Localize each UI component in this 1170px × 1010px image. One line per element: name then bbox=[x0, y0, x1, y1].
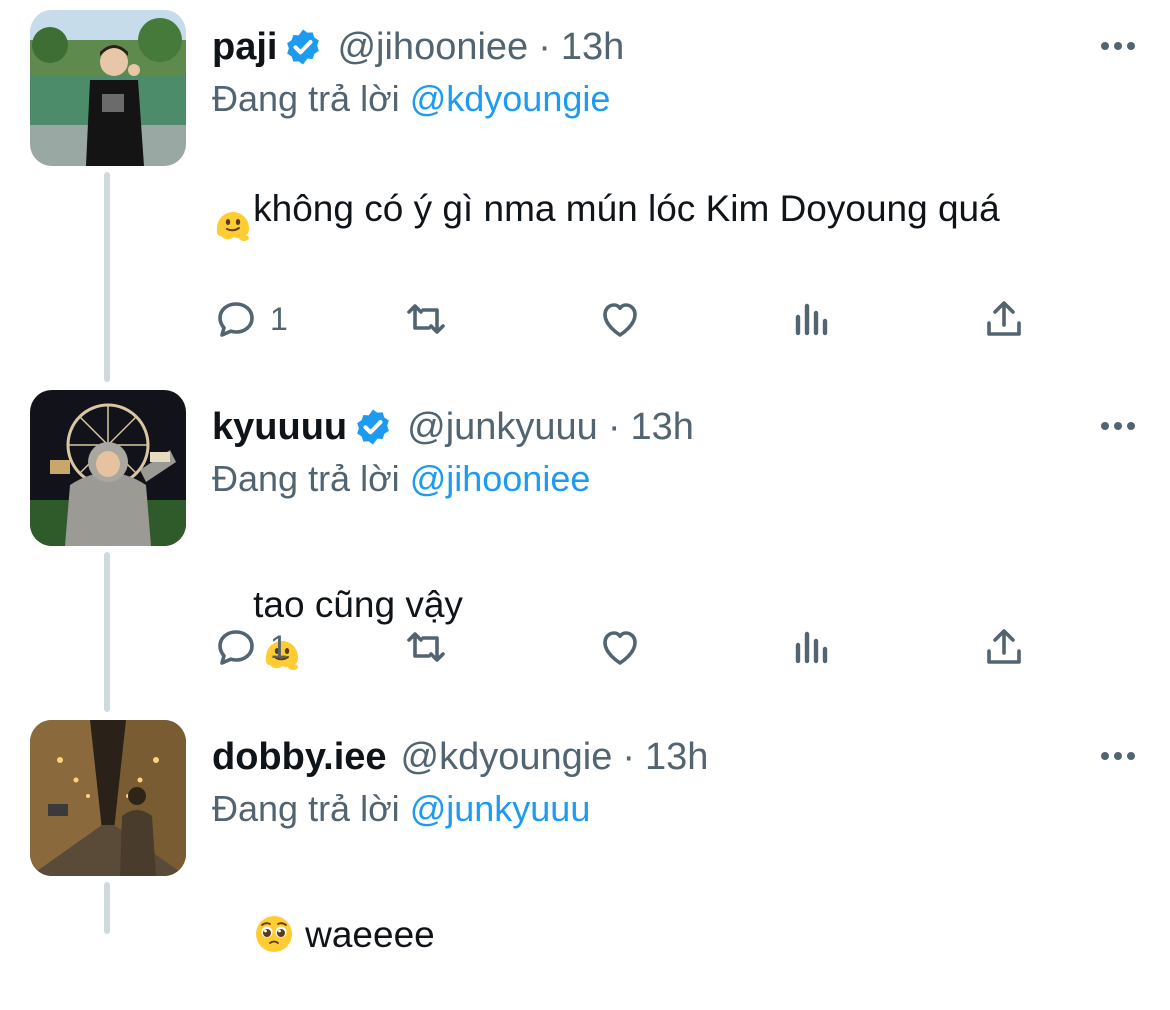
display-name[interactable]: dobby.iee bbox=[212, 734, 387, 780]
avatar[interactable] bbox=[30, 10, 186, 166]
tweet-header: paji @jihooniee · 13h bbox=[212, 24, 624, 70]
retweet-button[interactable] bbox=[402, 622, 450, 672]
retweet-icon bbox=[407, 304, 445, 334]
reply-icon bbox=[218, 302, 254, 337]
pleading-face-emoji-icon bbox=[256, 916, 293, 952]
display-name[interactable]: kyuuuu bbox=[212, 404, 347, 450]
replying-to-mention[interactable]: @junkyuuu bbox=[410, 788, 591, 829]
like-button[interactable] bbox=[596, 294, 644, 344]
replying-to: Đang trả lời @kdyoungie bbox=[212, 76, 610, 122]
tweet-text: waeeee bbox=[212, 860, 1112, 1010]
replying-to-label: Đang trả lời bbox=[212, 78, 400, 119]
tweet-header: kyuuuu @junkyuuu · 13h bbox=[212, 404, 694, 450]
verified-badge-icon bbox=[287, 29, 320, 65]
replying-to-mention[interactable]: @kdyoungie bbox=[410, 78, 611, 119]
analytics-button[interactable] bbox=[788, 622, 836, 672]
reply-icon bbox=[218, 630, 254, 665]
reply-button[interactable]: 1 bbox=[212, 294, 288, 344]
more-options-icon[interactable] bbox=[1096, 408, 1140, 444]
user-handle[interactable]: @jihooniee bbox=[337, 24, 528, 70]
reply-button[interactable]: 1 bbox=[212, 622, 288, 672]
replying-to-label: Đang trả lời bbox=[212, 458, 400, 499]
heart-icon bbox=[603, 303, 637, 337]
share-icon bbox=[987, 301, 1021, 336]
tweet-actions: 1 bbox=[212, 622, 1052, 672]
more-options-icon[interactable] bbox=[1096, 28, 1140, 64]
more-options-icon[interactable] bbox=[1096, 738, 1140, 774]
replying-to: Đang trả lời @junkyuuu bbox=[212, 786, 590, 832]
melting-face-emoji-icon bbox=[216, 212, 249, 241]
timestamp[interactable]: 13h bbox=[645, 734, 708, 780]
like-button[interactable] bbox=[596, 622, 644, 672]
reply-count: 1 bbox=[270, 628, 288, 665]
heart-icon bbox=[603, 631, 637, 665]
tweet-text-content: tao cũng vậy bbox=[253, 584, 463, 625]
retweet-button[interactable] bbox=[402, 294, 450, 344]
analytics-button[interactable] bbox=[788, 294, 836, 344]
verified-badge-icon bbox=[357, 409, 389, 445]
display-name[interactable]: paji bbox=[212, 24, 277, 70]
tweet[interactable]: dobby.iee @kdyoungie · 13h Đang trả lời … bbox=[0, 720, 1170, 955]
avatar[interactable] bbox=[30, 390, 186, 546]
user-handle[interactable]: @kdyoungie bbox=[401, 734, 613, 780]
replying-to-mention[interactable]: @jihooniee bbox=[410, 458, 591, 499]
tweet-actions: 1 bbox=[212, 294, 1052, 344]
avatar[interactable] bbox=[30, 720, 186, 876]
user-handle[interactable]: @junkyuuu bbox=[407, 404, 598, 450]
share-button[interactable] bbox=[980, 622, 1028, 672]
separator-dot: · bbox=[538, 26, 551, 68]
replying-to-label: Đang trả lời bbox=[212, 788, 400, 829]
tweet-text-content: waeeee bbox=[305, 914, 435, 955]
analytics-icon bbox=[795, 303, 828, 336]
timestamp[interactable]: 13h bbox=[630, 404, 693, 450]
separator-dot: · bbox=[622, 736, 636, 778]
share-icon bbox=[987, 629, 1021, 664]
replying-to: Đang trả lời @jihooniee bbox=[212, 456, 590, 502]
reply-count: 1 bbox=[270, 300, 288, 337]
retweet-icon bbox=[407, 632, 445, 662]
share-button[interactable] bbox=[980, 294, 1028, 344]
analytics-icon bbox=[795, 631, 828, 664]
tweet[interactable]: paji @jihooniee · 13h Đang trả lời @kdyo… bbox=[0, 10, 1170, 370]
tweet[interactable]: kyuuuu @junkyuuu · 13h Đang trả lời @jih… bbox=[0, 390, 1170, 710]
tweet-text: không có ý gì nma mún lóc Kim Doyoung qu… bbox=[212, 134, 1112, 284]
tweet-text-content: không có ý gì nma mún lóc Kim Doyoung qu… bbox=[253, 188, 1000, 229]
separator-dot: · bbox=[607, 406, 621, 448]
timestamp[interactable]: 13h bbox=[561, 24, 624, 70]
tweet-header: dobby.iee @kdyoungie · 13h bbox=[212, 734, 708, 780]
